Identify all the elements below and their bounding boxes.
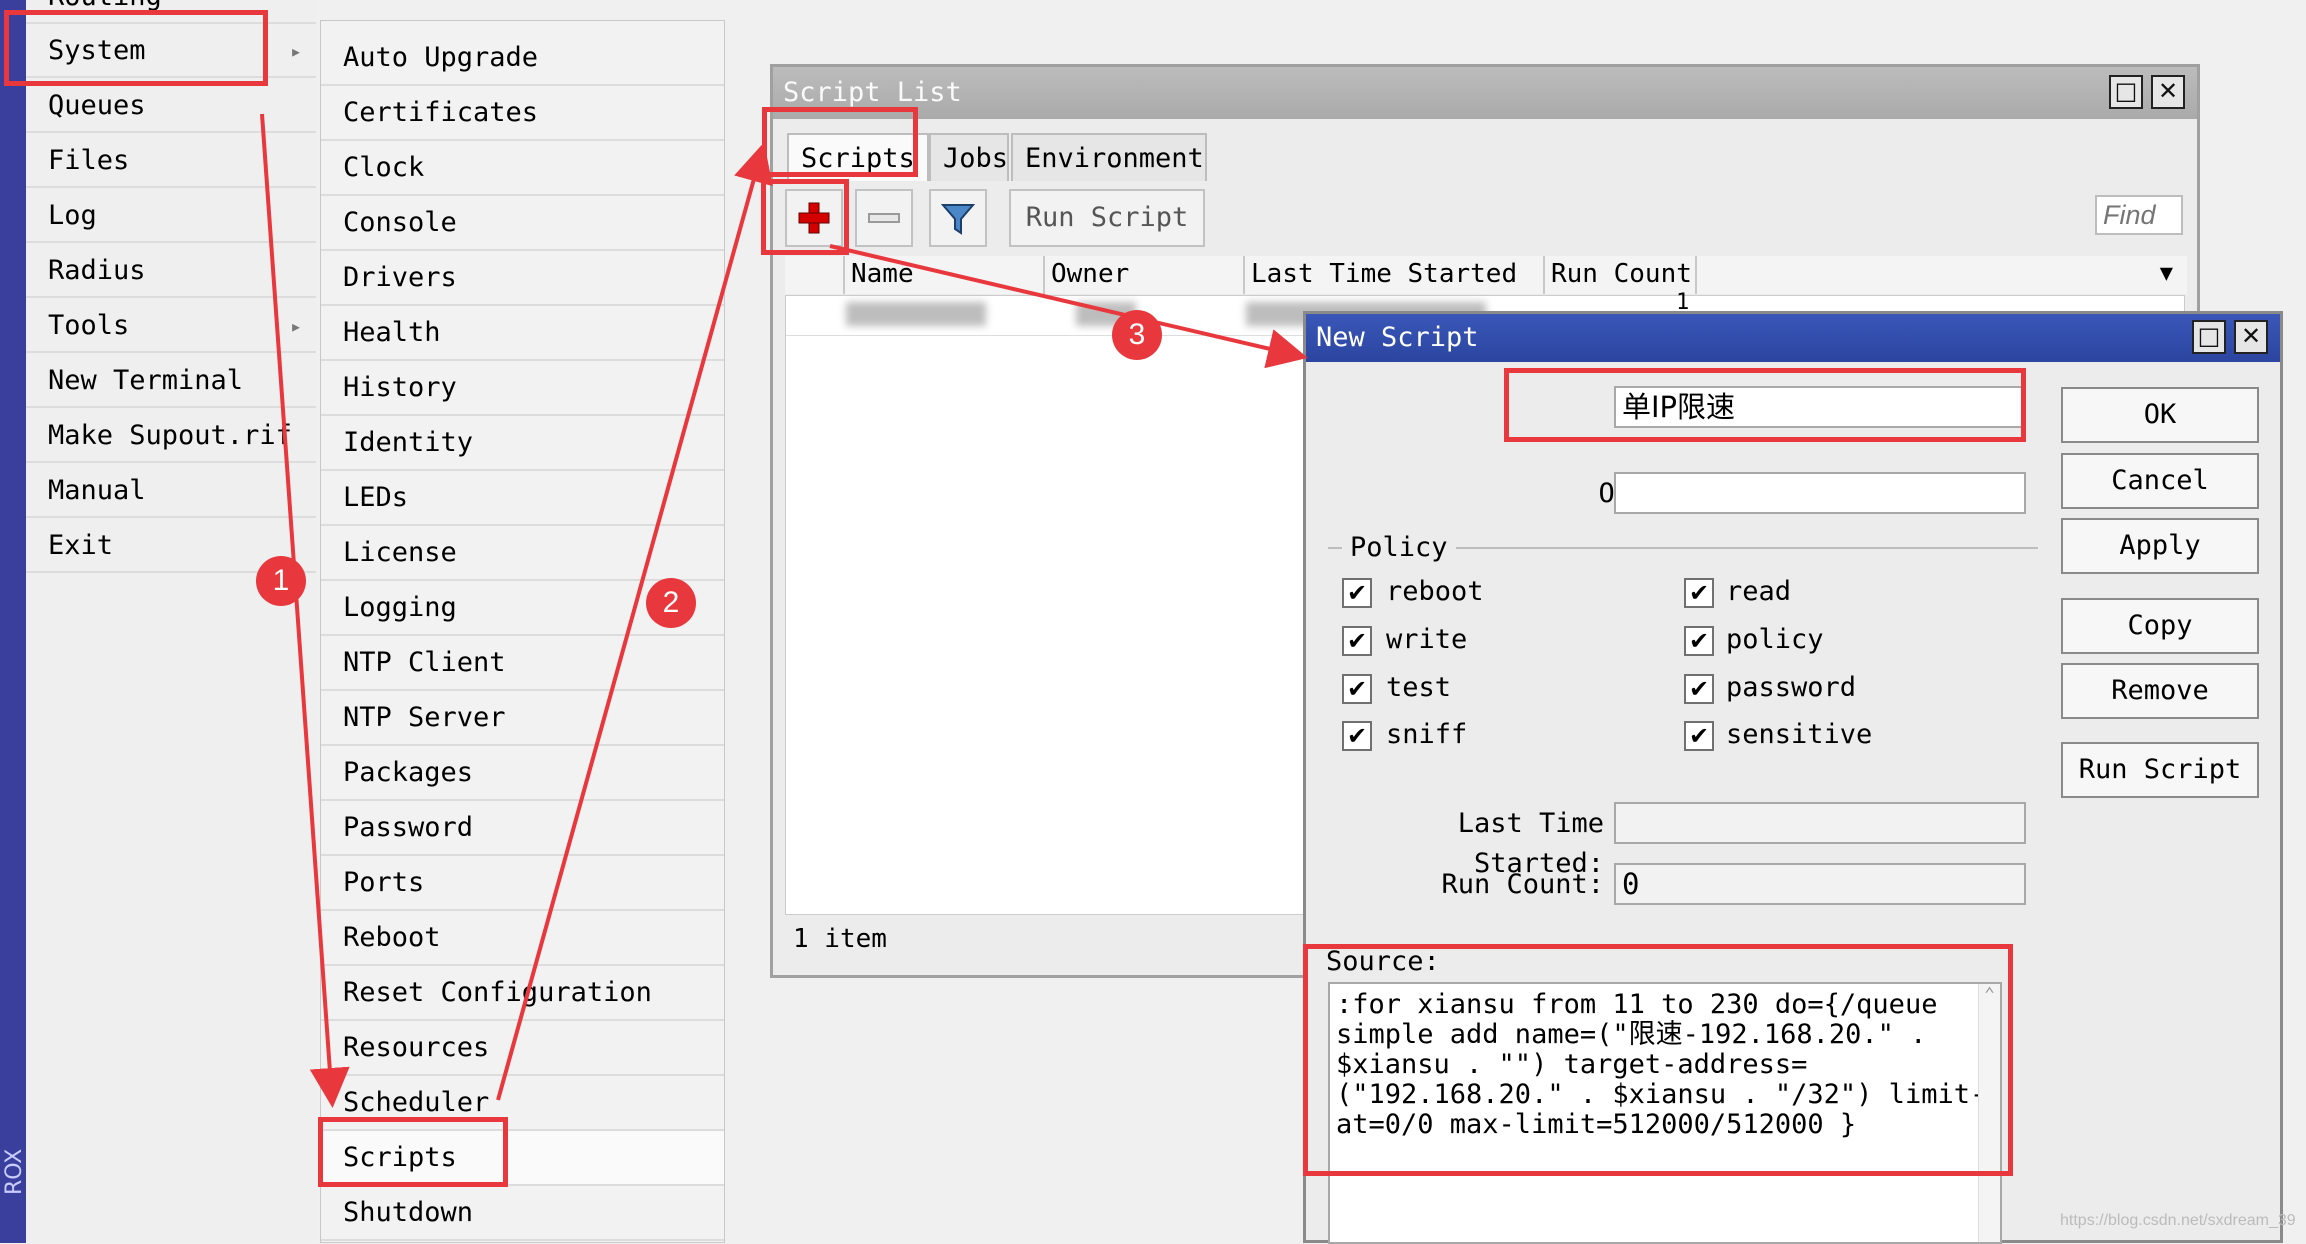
- step-badge-1: 1: [256, 556, 306, 606]
- annotation-arrows: [260, 113, 1308, 1108]
- watermark: https://blog.csdn.net/sxdream_39: [2060, 1212, 2296, 1229]
- step-badge-3: 3: [1112, 310, 1162, 360]
- step-badge-2: 2: [646, 578, 696, 628]
